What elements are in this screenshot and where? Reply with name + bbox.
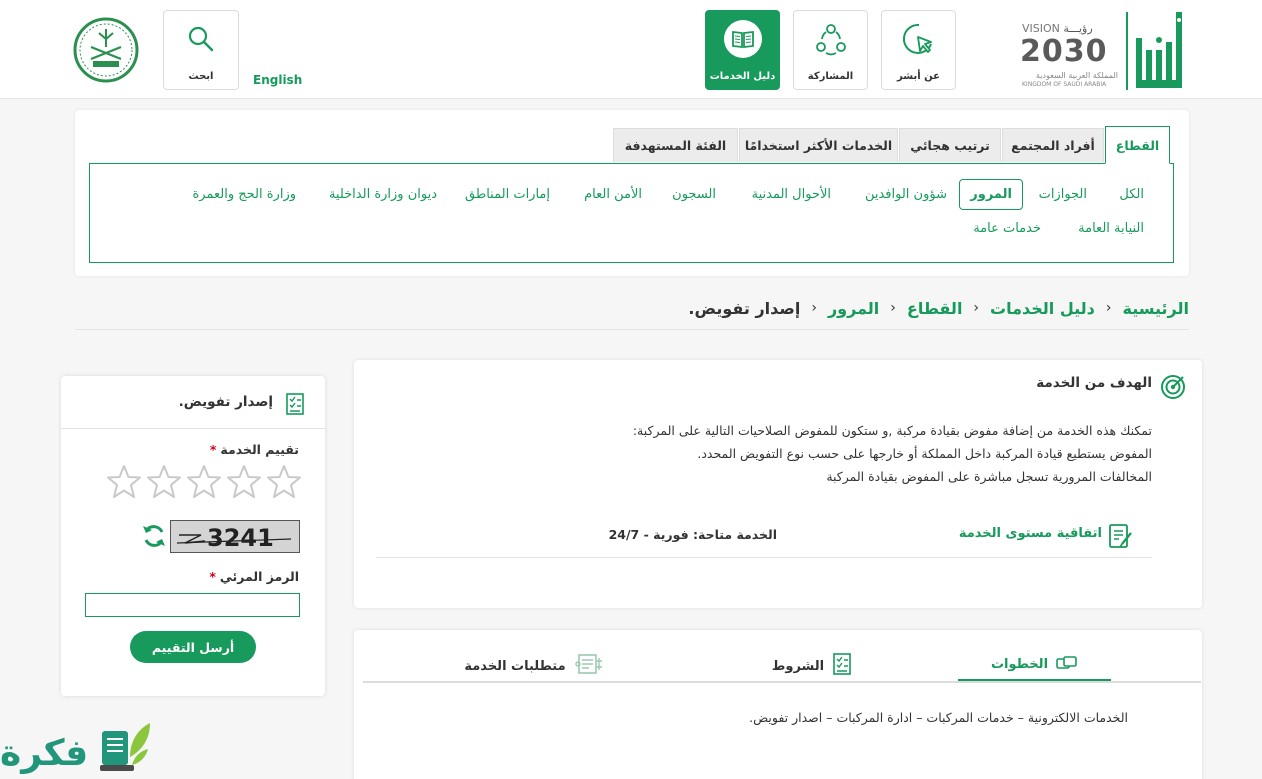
rating-divider bbox=[61, 428, 325, 429]
star-icon[interactable] bbox=[106, 464, 142, 500]
required-mark: * bbox=[209, 569, 216, 584]
people-icon bbox=[811, 19, 851, 59]
star-icon[interactable] bbox=[186, 464, 222, 500]
rating-label-text: تقييم الخدمة bbox=[220, 442, 299, 457]
pointer-icon bbox=[899, 19, 939, 59]
breadcrumb-divider bbox=[75, 329, 1189, 330]
sector-civil-affairs[interactable]: الأحوال المدنية bbox=[752, 187, 831, 202]
target-icon bbox=[1160, 374, 1186, 400]
info-tabs-divider bbox=[363, 681, 1201, 683]
sector-public-prosecution[interactable]: النيابة العامة bbox=[1078, 221, 1144, 236]
sla-icon bbox=[1108, 522, 1134, 550]
captcha-label: الرمز المرئي* bbox=[209, 569, 299, 584]
rating-card: إصدار تفويض. تقييم الخدمة* 3241 الرمز ال… bbox=[61, 376, 325, 696]
availability-text: الخدمة متاحة: فورية - 24/7 bbox=[608, 527, 777, 542]
language-switch[interactable]: English bbox=[253, 73, 302, 87]
tab-target-group[interactable]: الفئة المستهدفة bbox=[613, 128, 738, 162]
header: VISION رؤيـــة 2030 المملكة العربية السع… bbox=[0, 0, 1262, 99]
submit-rating-button[interactable]: أرسل التقييم bbox=[130, 631, 256, 663]
captcha-code: 3241 bbox=[207, 524, 274, 552]
captcha-input[interactable] bbox=[85, 593, 300, 617]
star-icon[interactable] bbox=[146, 464, 182, 500]
search-button-label: ابحث bbox=[188, 71, 214, 82]
breadcrumb-home[interactable]: الرئيسية bbox=[1123, 299, 1190, 318]
vision-kingdom-ar: المملكة العربية السعودية bbox=[1035, 71, 1118, 80]
sector-ministry-office[interactable]: ديوان وزارة الداخلية bbox=[329, 187, 437, 202]
service-goal-card: الهدف من الخدمة تمكنك هذه الخدمة من إضاف… bbox=[354, 360, 1202, 608]
sector-list: الكل الجوازات المرور شؤون الوافدين الأحو… bbox=[89, 163, 1174, 263]
sector-emirates[interactable]: إمارات المناطق bbox=[465, 187, 550, 202]
requirements-icon bbox=[574, 653, 604, 679]
breadcrumb-separator-icon: ‹ bbox=[811, 300, 817, 316]
conditions-icon bbox=[832, 652, 852, 680]
goal-line-3: المخالفات المرورية تسجل مباشرة على المفو… bbox=[826, 469, 1152, 484]
vision-kingdom-en: KINGDOM OF SAUDI ARABIA bbox=[1022, 81, 1107, 88]
sector-public-security[interactable]: الأمن العام bbox=[584, 187, 642, 202]
nav-about-absher-label: عن أبشر bbox=[897, 71, 940, 82]
sector-hajj-umrah[interactable]: وزارة الحج والعمرة bbox=[193, 187, 297, 202]
captcha-image: 3241 bbox=[170, 520, 300, 553]
breadcrumb-separator-icon: ‹ bbox=[1105, 300, 1112, 316]
sector-general-services[interactable]: خدمات عامة bbox=[973, 221, 1041, 236]
breadcrumb-services-guide[interactable]: دليل الخدمات bbox=[990, 299, 1095, 318]
goal-title: الهدف من الخدمة bbox=[1036, 375, 1152, 391]
vision-year: 2030 bbox=[1020, 34, 1108, 69]
breadcrumb-traffic[interactable]: المرور bbox=[828, 299, 879, 318]
steps-content: الخدمات الالكترونية – خدمات المركبات – ا… bbox=[749, 710, 1128, 725]
tab-steps-label: الخطوات bbox=[990, 657, 1049, 672]
captcha-label-text: الرمز المرئي bbox=[219, 569, 299, 584]
ministry-emblem bbox=[73, 17, 139, 83]
service-info-card: الخطوات الشروط متطلبات الخدمة الخدمات ال… bbox=[354, 630, 1202, 779]
sector-passports[interactable]: الجوازات bbox=[1039, 187, 1087, 202]
rating-label: تقييم الخدمة* bbox=[210, 442, 299, 457]
goal-line-2: المفوض يستطيع قيادة المركبة داخل المملكة… bbox=[697, 446, 1152, 461]
absher-logo-icon bbox=[1126, 12, 1182, 90]
watermark-text: فكرة bbox=[0, 733, 89, 774]
search-button[interactable]: ابحث bbox=[163, 10, 239, 90]
steps-icon bbox=[1056, 655, 1078, 675]
star-rating bbox=[106, 464, 302, 500]
tab-sector[interactable]: القطاع bbox=[1105, 126, 1170, 164]
rating-doc-icon bbox=[285, 392, 305, 416]
fikra-watermark: فكرة bbox=[0, 715, 160, 779]
sector-prisons[interactable]: السجون bbox=[672, 187, 716, 202]
breadcrumb-current: إصدار تفويض. bbox=[688, 298, 801, 318]
book-leaf-icon bbox=[98, 717, 154, 777]
rating-title: إصدار تفويض. bbox=[178, 394, 273, 410]
breadcrumb-separator-icon: ‹ bbox=[973, 300, 980, 316]
breadcrumb-separator-icon: ‹ bbox=[890, 300, 896, 316]
nav-participation[interactable]: المشاركة bbox=[793, 10, 868, 90]
tab-requirements-label: متطلبات الخدمة bbox=[464, 658, 566, 674]
sector-traffic[interactable]: المرور bbox=[959, 179, 1023, 210]
sector-expatriates[interactable]: شؤون الوافدين bbox=[865, 187, 947, 202]
tab-conditions-label: الشروط bbox=[771, 658, 825, 674]
emblem-icon bbox=[73, 17, 139, 83]
vision-2030-logo: VISION رؤيـــة 2030 المملكة العربية السع… bbox=[1020, 22, 1120, 90]
book-icon bbox=[723, 19, 763, 59]
goal-line-1: تمكنك هذه الخدمة من إضافة مفوض بقيادة مر… bbox=[632, 423, 1152, 438]
nav-about-absher[interactable]: عن أبشر bbox=[881, 10, 956, 90]
star-icon[interactable] bbox=[226, 464, 262, 500]
tab-alphabetical[interactable]: ترتيب هجائي bbox=[899, 128, 1001, 162]
tab-conditions[interactable]: الشروط bbox=[749, 650, 875, 682]
tab-steps[interactable]: الخطوات bbox=[958, 650, 1111, 682]
required-mark: * bbox=[209, 442, 217, 457]
goal-divider bbox=[376, 557, 1152, 558]
search-icon bbox=[181, 19, 221, 59]
tab-community[interactable]: أفراد المجتمع bbox=[1002, 128, 1104, 162]
nav-services-guide[interactable]: دليل الخدمات bbox=[705, 10, 780, 90]
absher-logo[interactable] bbox=[1122, 12, 1184, 90]
sector-all[interactable]: الكل bbox=[1119, 187, 1144, 202]
nav-services-guide-label: دليل الخدمات bbox=[709, 71, 776, 82]
breadcrumb: الرئيسية ‹ دليل الخدمات ‹ القطاع ‹ المرو… bbox=[688, 296, 1189, 320]
nav-participation-label: المشاركة bbox=[807, 71, 854, 82]
sector-tab-panel: القطاع أفراد المجتمع ترتيب هجائي الخدمات… bbox=[75, 110, 1189, 276]
star-icon[interactable] bbox=[266, 464, 302, 500]
tab-most-used[interactable]: الخدمات الأكثر استخدامًا bbox=[739, 128, 898, 162]
breadcrumb-sector[interactable]: القطاع bbox=[907, 299, 963, 318]
tab-requirements[interactable]: متطلبات الخدمة bbox=[454, 650, 614, 682]
refresh-captcha-icon[interactable] bbox=[141, 522, 167, 550]
sla-link[interactable]: اتفاقية مستوى الخدمة bbox=[959, 526, 1102, 541]
